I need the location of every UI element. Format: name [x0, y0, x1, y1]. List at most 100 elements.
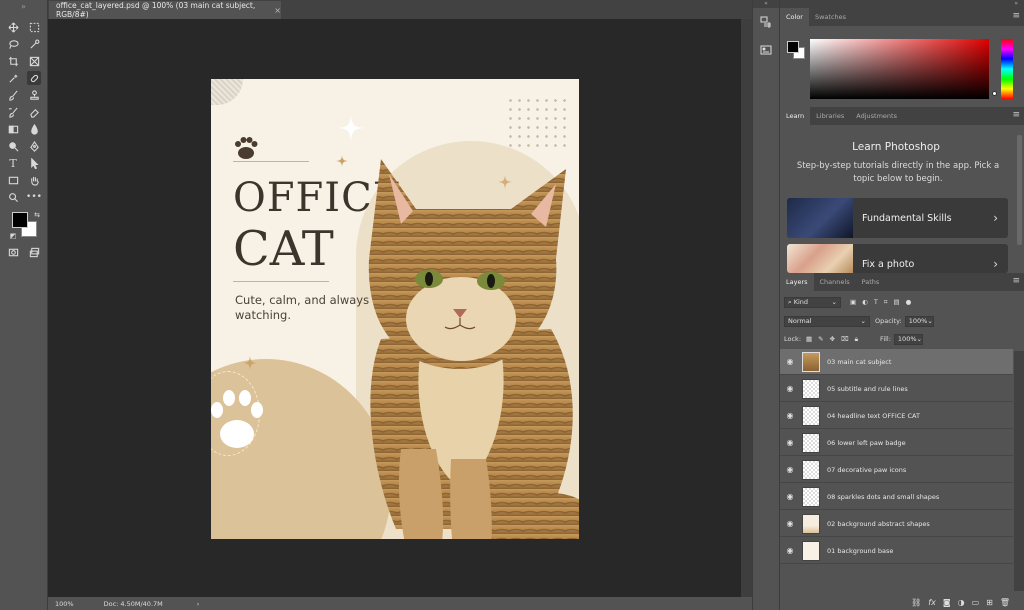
layers-scrollbar[interactable] — [1014, 351, 1024, 591]
filter-pixel-icon[interactable]: ▣ — [850, 298, 856, 306]
fx-icon[interactable]: fx — [928, 598, 936, 607]
tab-channels[interactable]: Channels — [814, 273, 856, 291]
quick-mask-icon[interactable] — [6, 245, 20, 259]
tab-swatches[interactable]: Swatches — [809, 8, 852, 26]
properties-panel-icon[interactable] — [760, 44, 772, 58]
visibility-eye-icon[interactable]: ◉ — [780, 465, 800, 474]
brush-icon[interactable] — [6, 88, 20, 102]
artwork-canvas[interactable]: OFFICE CAT Cute, calm, and always watchi… — [211, 79, 579, 539]
default-colors-icon[interactable]: ◩ — [6, 229, 20, 243]
visibility-eye-icon[interactable]: ◉ — [780, 546, 800, 555]
move-icon[interactable] — [6, 20, 20, 34]
swap-colors-icon[interactable]: ⇆ — [30, 208, 44, 222]
layer-row[interactable]: ◉ 03 main cat subject — [780, 349, 1013, 375]
dodge-icon[interactable] — [6, 139, 20, 153]
visibility-eye-icon[interactable]: ◉ — [780, 357, 800, 366]
new-group-icon[interactable]: ▭ — [972, 598, 980, 607]
paw-badge-icon — [211, 390, 263, 448]
history-brush-icon[interactable] — [6, 105, 20, 119]
visibility-eye-icon[interactable]: ◉ — [780, 492, 800, 501]
learn-scrollbar[interactable] — [1017, 135, 1022, 245]
close-icon[interactable]: × — [274, 6, 281, 15]
visibility-eye-icon[interactable]: ◉ — [780, 519, 800, 528]
canvas-pasteboard[interactable]: OFFICE CAT Cute, calm, and always watchi… — [48, 19, 741, 597]
tab-learn[interactable]: Learn — [780, 107, 811, 125]
visibility-eye-icon[interactable]: ◉ — [780, 384, 800, 393]
type-icon[interactable]: T — [6, 156, 20, 170]
layer-row[interactable]: ◉ 06 lower left paw badge — [780, 430, 1013, 456]
history-panel-icon[interactable] — [760, 16, 772, 30]
stamp-icon[interactable] — [27, 88, 41, 102]
zoom-icon[interactable] — [6, 190, 20, 204]
hand-icon[interactable] — [27, 173, 41, 187]
pen-icon[interactable] — [27, 139, 41, 153]
panel-menu-icon[interactable]: ≡ — [1012, 11, 1020, 21]
delete-layer-icon[interactable]: 🗑︎ — [1000, 598, 1010, 607]
tab-color[interactable]: Color — [780, 8, 809, 26]
layer-row[interactable]: ◉ 07 decorative paw icons — [780, 457, 1013, 483]
panels-grip[interactable]: » — [780, 0, 1024, 8]
adjustment-layer-icon[interactable]: ◑ — [958, 598, 965, 607]
path-select-icon[interactable] — [27, 156, 41, 170]
lock-all-icon[interactable]: 🔒︎ — [855, 335, 858, 344]
visibility-eye-icon[interactable]: ◉ — [780, 438, 800, 447]
document-tab[interactable]: office_cat_layered.psd @ 100% (03 main c… — [49, 1, 281, 19]
filter-type-icon[interactable]: T — [874, 298, 878, 306]
screen-mode-icon[interactable] — [27, 245, 41, 259]
lock-transparent-icon[interactable]: ▦ — [806, 335, 812, 343]
headline-line-2: CAT — [233, 221, 334, 277]
rectangle-icon[interactable] — [6, 173, 20, 187]
opacity-field[interactable]: 100% ⌄ — [904, 315, 934, 327]
cat-subject-image — [368, 159, 579, 539]
frame-icon[interactable] — [27, 54, 41, 68]
color-picker-marker[interactable] — [992, 91, 997, 96]
panel-foreground-swatch[interactable] — [787, 41, 799, 53]
color-saturation-field[interactable] — [810, 39, 989, 99]
vertical-scrollbar[interactable] — [741, 19, 752, 597]
lasso-icon[interactable] — [6, 37, 20, 51]
new-layer-icon[interactable]: ⊞ — [986, 598, 993, 607]
fill-field[interactable]: 100% ⌄ — [893, 333, 923, 345]
foreground-color-swatch[interactable] — [12, 212, 28, 228]
marquee-icon[interactable] — [27, 20, 41, 34]
visibility-eye-icon[interactable]: ◉ — [780, 411, 800, 420]
link-layers-icon[interactable]: ⛓ — [911, 598, 921, 607]
add-mask-icon[interactable]: ◙ — [943, 598, 951, 607]
lock-image-icon[interactable]: ✎ — [818, 335, 823, 343]
layer-row[interactable]: ◉ 01 background base — [780, 538, 1013, 564]
zoom-level[interactable]: 100% — [55, 600, 74, 608]
status-arrow-icon[interactable]: › — [197, 600, 200, 608]
eyedropper-icon[interactable] — [6, 71, 20, 85]
filter-smart-object-icon[interactable]: ▤ — [893, 298, 899, 306]
hue-slider[interactable] — [1001, 39, 1013, 99]
panel-menu-icon[interactable]: ≡ — [1012, 276, 1020, 286]
layer-row[interactable]: ◉ 04 headline text OFFICE CAT — [780, 403, 1013, 429]
blur-icon[interactable] — [27, 122, 41, 136]
eraser-icon[interactable] — [27, 105, 41, 119]
layer-row[interactable]: ◉ 05 subtitle and rule lines — [780, 376, 1013, 402]
layer-row[interactable]: ◉ 02 background abstract shapes — [780, 511, 1013, 537]
tab-layers[interactable]: Layers — [780, 273, 814, 291]
learn-panel-tabs: Learn Libraries Adjustments ≡ — [780, 107, 1024, 125]
kind-filter-select[interactable]: ⌕ Kind ⌄ — [784, 296, 841, 308]
layer-row[interactable]: ◉ 08 sparkles dots and small shapes — [780, 484, 1013, 510]
tab-adjustments[interactable]: Adjustments — [850, 107, 903, 125]
strip-grip[interactable]: « — [753, 0, 779, 8]
panel-menu-icon[interactable]: ≡ — [1012, 110, 1020, 120]
lock-position-icon[interactable]: ✥ — [830, 335, 835, 343]
blend-mode-select[interactable]: Normal ⌄ — [784, 315, 870, 327]
lock-artboard-icon[interactable]: ⌧ — [841, 335, 849, 343]
tab-paths[interactable]: Paths — [856, 273, 886, 291]
learn-card-fix-a-photo[interactable]: Fix a photo › — [787, 244, 1008, 273]
quick-select-icon[interactable] — [27, 37, 41, 51]
filter-shape-icon[interactable]: ⌗ — [884, 298, 888, 307]
healing-icon[interactable] — [27, 71, 41, 85]
gradient-icon[interactable] — [6, 122, 20, 136]
filter-toggle-icon[interactable]: ● — [906, 298, 912, 306]
tab-libraries[interactable]: Libraries — [810, 107, 850, 125]
more-icon[interactable]: ••• — [26, 190, 42, 204]
learn-card-fundamental-skills[interactable]: Fundamental Skills › — [787, 198, 1008, 238]
filter-adjustment-icon[interactable]: ◐ — [862, 298, 868, 306]
crop-icon[interactable] — [6, 54, 20, 68]
toolbar-grip[interactable]: » — [0, 0, 47, 12]
